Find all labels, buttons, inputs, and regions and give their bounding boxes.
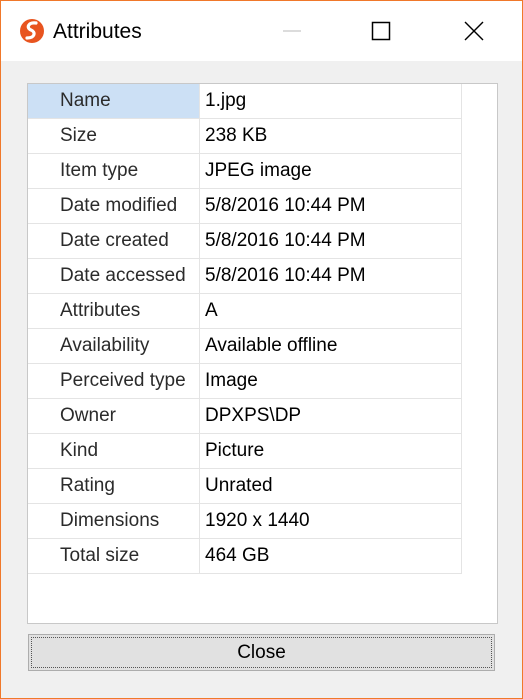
window-title: Attributes: [53, 20, 142, 43]
property-name: Item type: [60, 160, 139, 181]
app-logo-icon: [20, 19, 44, 43]
attributes-window: Attributes Name 1.jpg Size 238 KB Item type J…: [0, 0, 523, 699]
close-button-label: Close: [237, 641, 286, 663]
property-name-cell: Date modified: [28, 188, 200, 224]
property-name: Perceived type: [60, 370, 186, 391]
property-row[interactable]: Perceived type Image: [28, 363, 462, 399]
property-name-cell: Date accessed: [28, 258, 200, 294]
property-row[interactable]: Owner DPXPS\DP: [28, 398, 462, 434]
minimize-icon: [283, 30, 301, 32]
property-name-cell: Perceived type: [28, 363, 200, 399]
property-name-cell: Attributes: [28, 293, 200, 329]
property-value: JPEG image: [199, 153, 462, 189]
property-name: Rating: [60, 475, 115, 496]
property-value: 5/8/2016 10:44 PM: [199, 223, 462, 259]
property-name-cell: Dimensions: [28, 503, 200, 539]
close-button[interactable]: Close: [28, 634, 495, 671]
property-value: 1.jpg: [199, 84, 462, 119]
property-row[interactable]: Kind Picture: [28, 433, 462, 469]
property-row[interactable]: Date modified 5/8/2016 10:44 PM: [28, 188, 462, 224]
property-row[interactable]: Size 238 KB: [28, 118, 462, 154]
property-row[interactable]: Dimensions 1920 x 1440: [28, 503, 462, 539]
property-name: Dimensions: [60, 510, 160, 531]
property-name: Date modified: [60, 195, 178, 216]
property-name: Name: [60, 90, 111, 111]
property-name: Total size: [60, 545, 140, 566]
property-name-cell: Item type: [28, 153, 200, 189]
property-row[interactable]: Date created 5/8/2016 10:44 PM: [28, 223, 462, 259]
property-value: Unrated: [199, 468, 462, 504]
property-value: Image: [199, 363, 462, 399]
property-row[interactable]: Date accessed 5/8/2016 10:44 PM: [28, 258, 462, 294]
maximize-button[interactable]: [358, 1, 404, 61]
property-row[interactable]: Rating Unrated: [28, 468, 462, 504]
property-row[interactable]: Name 1.jpg: [28, 84, 462, 119]
property-name-cell: Kind: [28, 433, 200, 469]
property-name: Availability: [60, 335, 150, 356]
property-row[interactable]: Availability Available offline: [28, 328, 462, 364]
property-row[interactable]: Item type JPEG image: [28, 153, 462, 189]
property-row[interactable]: Attributes A: [28, 293, 462, 329]
property-name-cell: Total size: [28, 538, 200, 574]
property-name: Attributes: [60, 300, 141, 321]
property-name: Owner: [60, 405, 116, 426]
minimize-button[interactable]: [269, 1, 315, 61]
property-value: Picture: [199, 433, 462, 469]
property-value: 464 GB: [199, 538, 462, 574]
dialog-client-area: Name 1.jpg Size 238 KB Item type JPEG image Da…: [1, 61, 522, 698]
property-name: Date accessed: [60, 265, 186, 286]
property-name-cell: Rating: [28, 468, 200, 504]
property-name: Kind: [60, 440, 99, 461]
property-value: 5/8/2016 10:44 PM: [199, 258, 462, 294]
property-value: DPXPS\DP: [199, 398, 462, 434]
property-value: A: [199, 293, 462, 329]
property-name-cell: Size: [28, 118, 200, 154]
close-icon: [464, 21, 484, 41]
property-name-cell: Date created: [28, 223, 200, 259]
property-name-cell: Name: [28, 84, 200, 119]
property-name-cell: Owner: [28, 398, 200, 434]
property-row[interactable]: Total size 464 GB: [28, 538, 462, 574]
property-value: 5/8/2016 10:44 PM: [199, 188, 462, 224]
properties-table: Name 1.jpg Size 238 KB Item type JPEG image Da…: [28, 84, 462, 574]
window-close-button[interactable]: [451, 1, 497, 61]
property-name: Size: [60, 125, 97, 146]
property-name: Date created: [60, 230, 169, 251]
title-bar[interactable]: Attributes: [1, 1, 522, 61]
properties-list[interactable]: Name 1.jpg Size 238 KB Item type JPEG image Da…: [27, 83, 498, 624]
maximize-icon: [371, 21, 391, 41]
property-value: 1920 x 1440: [199, 503, 462, 539]
property-value: 238 KB: [199, 118, 462, 154]
property-value: Available offline: [199, 328, 462, 364]
property-name-cell: Availability: [28, 328, 200, 364]
